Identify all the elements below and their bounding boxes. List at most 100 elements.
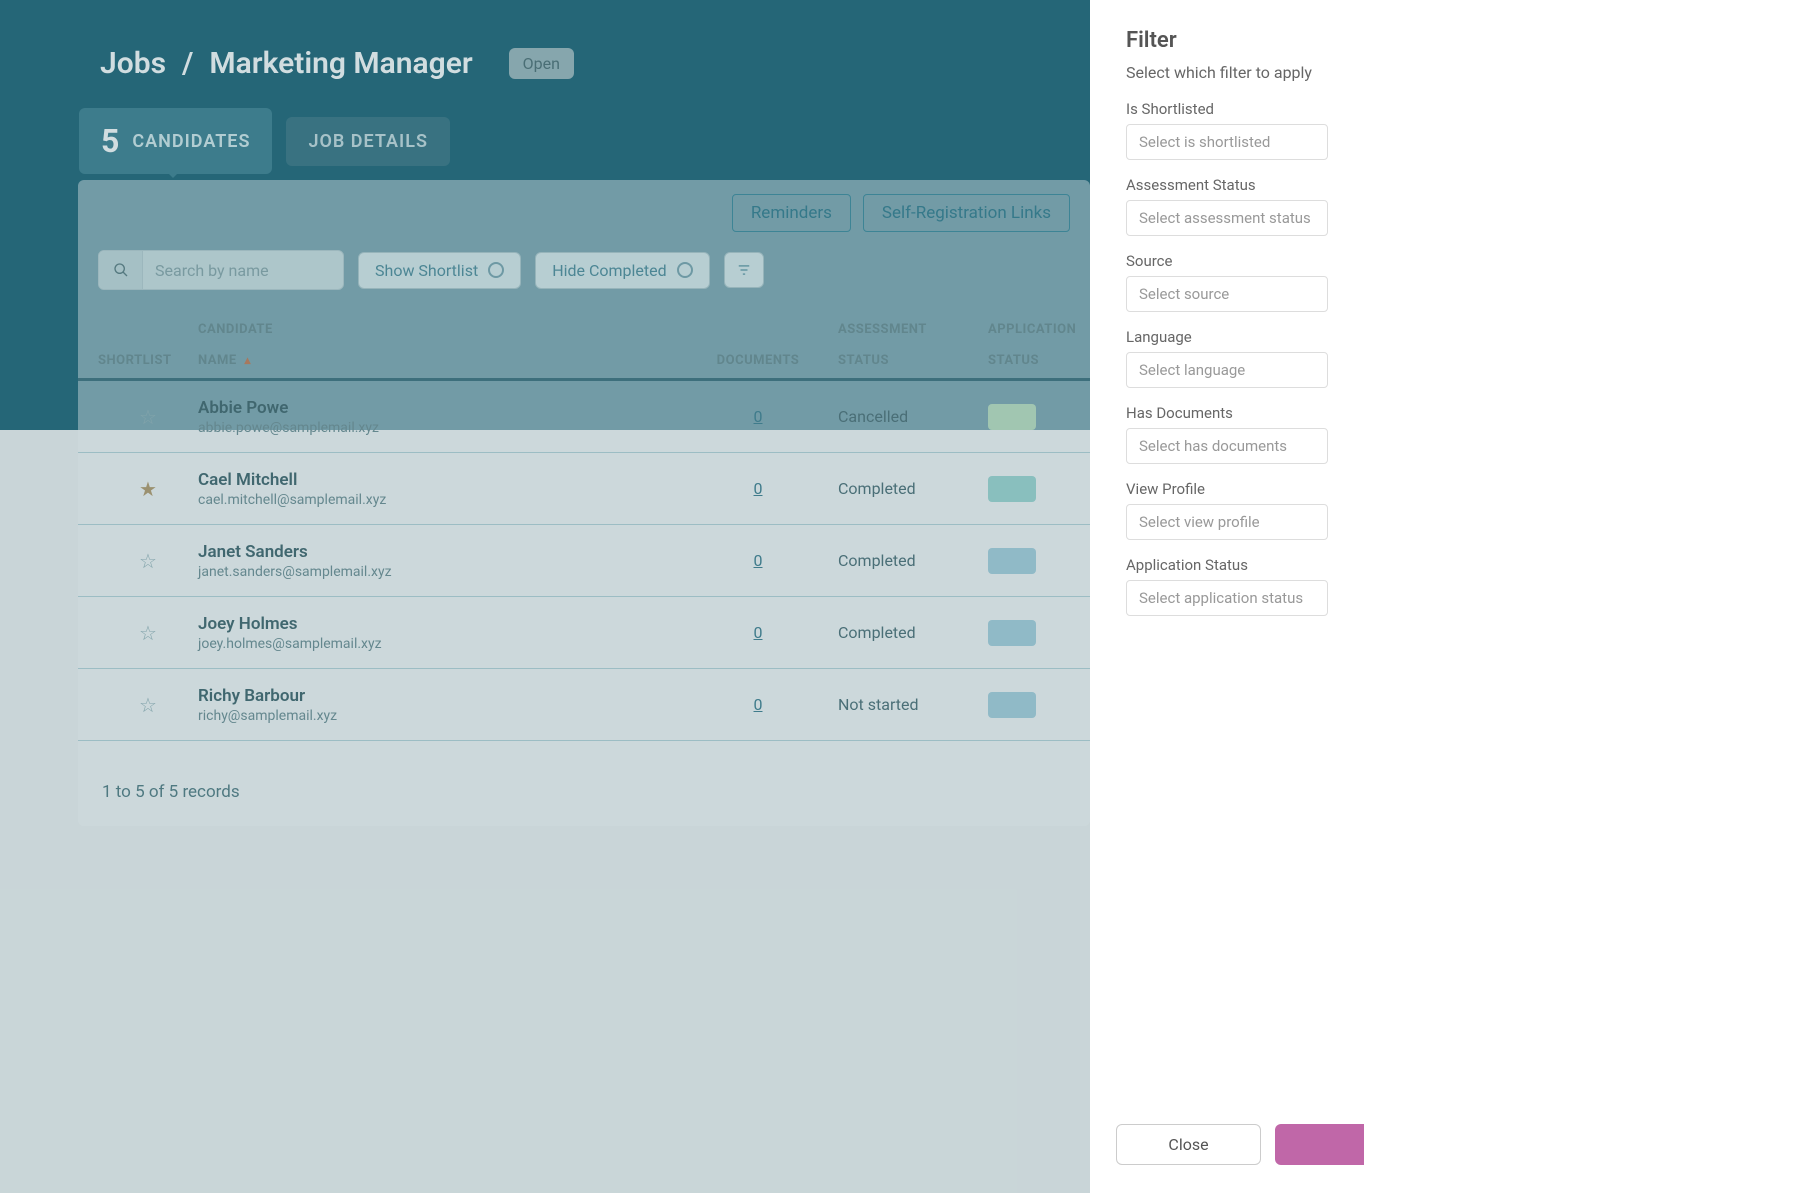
candidate-name: Janet Sanders bbox=[198, 542, 678, 562]
candidate-cell[interactable]: Abbie Powe abbie.powe@samplemail.xyz bbox=[198, 398, 678, 436]
crop-mask bbox=[1364, 0, 1817, 1193]
table-row[interactable]: ★Cael Mitchell cael.mitchell@samplemail.x… bbox=[78, 453, 1090, 525]
application-status-pill bbox=[988, 404, 1036, 430]
filter-select[interactable]: Select is shortlisted bbox=[1126, 124, 1328, 160]
filter-icon bbox=[736, 263, 752, 277]
show-shortlist-label: Show Shortlist bbox=[375, 261, 478, 280]
assessment-status: Completed bbox=[838, 551, 988, 570]
filter-field-label: Has Documents bbox=[1126, 404, 1328, 422]
candidate-email: cael.mitchell@samplemail.xyz bbox=[198, 492, 678, 508]
filter-field-label: Application Status bbox=[1126, 556, 1328, 574]
documents-link[interactable]: 0 bbox=[678, 407, 838, 426]
filter-field: View Profile Select view profile bbox=[1126, 480, 1328, 540]
candidate-cell[interactable]: Richy Barbour richy@samplemail.xyz bbox=[198, 686, 678, 724]
radio-icon bbox=[488, 262, 504, 278]
filter-field: Language Select language bbox=[1126, 328, 1328, 388]
assessment-status: Not started bbox=[838, 695, 988, 714]
search-icon[interactable] bbox=[99, 251, 143, 289]
search-input[interactable] bbox=[143, 253, 343, 288]
candidate-cell[interactable]: Janet Sanders janet.sanders@samplemail.xy… bbox=[198, 542, 678, 580]
filter-field: Is Shortlisted Select is shortlisted bbox=[1126, 100, 1328, 160]
candidate-cell[interactable]: Joey Holmes joey.holmes@samplemail.xyz bbox=[198, 614, 678, 652]
tab-candidates-count: 5 bbox=[101, 122, 120, 160]
search-wrap bbox=[98, 250, 344, 290]
application-status-pill bbox=[988, 476, 1036, 502]
documents-link[interactable]: 0 bbox=[678, 479, 838, 498]
filter-select[interactable]: Select language bbox=[1126, 352, 1328, 388]
table-row[interactable]: ☆Joey Holmes joey.holmes@samplemail.xyz0C… bbox=[78, 597, 1090, 669]
filter-field: Source Select source bbox=[1126, 252, 1328, 312]
shortlist-star[interactable]: ☆ bbox=[98, 693, 198, 717]
assessment-status: Completed bbox=[838, 479, 988, 498]
filter-button[interactable] bbox=[724, 252, 764, 288]
th-documents[interactable]: DOCUMENTS bbox=[678, 353, 838, 368]
documents-link[interactable]: 0 bbox=[678, 623, 838, 642]
filter-field-label: Assessment Status bbox=[1126, 176, 1328, 194]
tab-candidates-label: CANDIDATES bbox=[132, 131, 250, 152]
breadcrumb: Jobs / Marketing Manager Open bbox=[100, 46, 574, 81]
shortlist-star[interactable]: ★ bbox=[98, 477, 198, 501]
radio-icon bbox=[677, 262, 693, 278]
candidate-email: joey.holmes@samplemail.xyz bbox=[198, 636, 678, 652]
candidate-name: Cael Mitchell bbox=[198, 470, 678, 490]
show-shortlist-toggle[interactable]: Show Shortlist bbox=[358, 252, 521, 289]
hide-completed-label: Hide Completed bbox=[552, 261, 666, 280]
filter-select[interactable]: Select application status bbox=[1126, 580, 1328, 616]
candidate-email: abbie.powe@samplemail.xyz bbox=[198, 420, 678, 436]
tab-job-details-label: JOB DETAILS bbox=[308, 131, 427, 152]
application-status-pill bbox=[988, 548, 1036, 574]
table-row[interactable]: ☆Janet Sanders janet.sanders@samplemail.x… bbox=[78, 525, 1090, 597]
candidate-cell[interactable]: Cael Mitchell cael.mitchell@samplemail.xy… bbox=[198, 470, 678, 508]
shortlist-star[interactable]: ☆ bbox=[98, 405, 198, 429]
candidate-name: Abbie Powe bbox=[198, 398, 678, 418]
th-candidate: CANDIDATE NAME ▴ bbox=[198, 322, 678, 368]
filter-field: Application Status Select application sta… bbox=[1126, 556, 1328, 616]
close-button[interactable]: Close bbox=[1116, 1124, 1261, 1165]
th-assessment: ASSESSMENT STATUS bbox=[838, 322, 988, 368]
filter-field-label: Source bbox=[1126, 252, 1328, 270]
documents-link[interactable]: 0 bbox=[678, 695, 838, 714]
tab-candidates[interactable]: 5 CANDIDATES bbox=[79, 108, 272, 174]
toolbar: Show Shortlist Hide Completed bbox=[98, 250, 764, 290]
th-application: APPLICATION STATUS bbox=[988, 322, 1090, 368]
reminders-button[interactable]: Reminders bbox=[732, 194, 851, 232]
candidates-panel: Reminders Self-Registration Links Show S… bbox=[78, 180, 1090, 826]
sort-asc-icon: ▴ bbox=[244, 353, 251, 367]
breadcrumb-root[interactable]: Jobs bbox=[100, 46, 166, 81]
panel-top-buttons: Reminders Self-Registration Links bbox=[732, 194, 1070, 232]
filter-subtitle: Select which filter to apply bbox=[1126, 63, 1328, 82]
th-shortlist: SHORTLIST bbox=[98, 353, 198, 368]
candidate-email: richy@samplemail.xyz bbox=[198, 708, 678, 724]
assessment-status: Completed bbox=[838, 623, 988, 642]
table-header: SHORTLIST CANDIDATE NAME ▴ DOCUMENTS ASS… bbox=[78, 308, 1090, 381]
tab-job-details[interactable]: JOB DETAILS bbox=[286, 117, 449, 166]
breadcrumb-sep: / bbox=[182, 46, 193, 81]
shortlist-star[interactable]: ☆ bbox=[98, 549, 198, 573]
candidates-table: SHORTLIST CANDIDATE NAME ▴ DOCUMENTS ASS… bbox=[78, 308, 1090, 741]
assessment-status: Cancelled bbox=[838, 407, 988, 426]
candidate-name: Richy Barbour bbox=[198, 686, 678, 706]
candidate-name: Joey Holmes bbox=[198, 614, 678, 634]
filter-select[interactable]: Select view profile bbox=[1126, 504, 1328, 540]
table-footer-text: 1 to 5 of 5 records bbox=[102, 782, 240, 802]
table-row[interactable]: ☆Richy Barbour richy@samplemail.xyz0Not s… bbox=[78, 669, 1090, 741]
application-status-pill bbox=[988, 620, 1036, 646]
hide-completed-toggle[interactable]: Hide Completed bbox=[535, 252, 709, 289]
filter-select[interactable]: Select assessment status bbox=[1126, 200, 1328, 236]
status-badge: Open bbox=[509, 48, 574, 79]
application-status-pill bbox=[988, 692, 1036, 718]
th-name[interactable]: NAME ▴ bbox=[198, 353, 678, 368]
self-registration-button[interactable]: Self-Registration Links bbox=[863, 194, 1070, 232]
documents-link[interactable]: 0 bbox=[678, 551, 838, 570]
filter-field-label: Is Shortlisted bbox=[1126, 100, 1328, 118]
filter-select[interactable]: Select has documents bbox=[1126, 428, 1328, 464]
table-row[interactable]: ☆Abbie Powe abbie.powe@samplemail.xyz0Can… bbox=[78, 381, 1090, 453]
candidate-email: janet.sanders@samplemail.xyz bbox=[198, 564, 678, 580]
filter-field: Has Documents Select has documents bbox=[1126, 404, 1328, 464]
filter-field-label: Language bbox=[1126, 328, 1328, 346]
filter-field-label: View Profile bbox=[1126, 480, 1328, 498]
filter-select[interactable]: Select source bbox=[1126, 276, 1328, 312]
breadcrumb-current: Marketing Manager bbox=[209, 46, 472, 81]
shortlist-star[interactable]: ☆ bbox=[98, 621, 198, 645]
filter-panel: Filter Select which filter to apply Is S… bbox=[1090, 0, 1364, 1193]
